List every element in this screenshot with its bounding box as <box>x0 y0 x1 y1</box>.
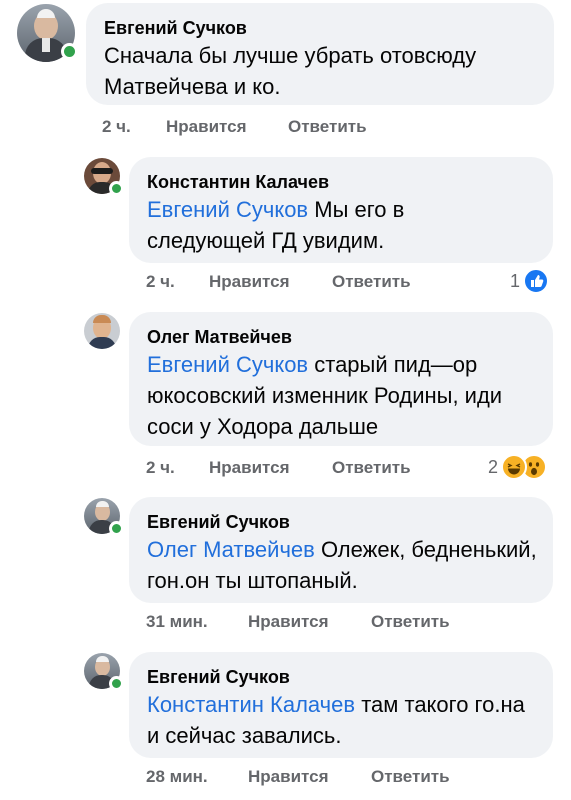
comment-author[interactable]: Евгений Сучков <box>147 510 535 534</box>
mention-link[interactable]: Евгений Сучков <box>147 352 308 377</box>
like-icon <box>523 268 550 294</box>
like-button[interactable]: Нравится <box>248 767 329 787</box>
online-status-indicator <box>109 181 124 196</box>
reaction-count: 2 <box>488 456 499 477</box>
like-button[interactable]: Нравится <box>166 117 247 137</box>
comment-reply: Олег Матвейчев Евгений Сучков старый пид… <box>0 305 571 480</box>
comment-author[interactable]: Константин Калачев <box>147 170 535 194</box>
avatar[interactable] <box>17 4 78 62</box>
haha-icon <box>501 454 528 480</box>
comment-time[interactable]: 2 ч. <box>146 272 175 292</box>
like-button[interactable]: Нравится <box>209 272 290 292</box>
reply-button[interactable]: Ответить <box>371 767 450 787</box>
comment-text: Олег Матвейчев Олежек, бедненький, гон.о… <box>147 537 537 593</box>
like-button[interactable]: Нравится <box>248 612 329 632</box>
comment-bubble: Евгений Сучков Сначала бы лучше убрать о… <box>86 3 554 105</box>
comment-time[interactable]: 28 мин. <box>146 767 208 787</box>
mention-link[interactable]: Олег Матвейчев <box>147 537 315 562</box>
comment-bubble: Олег Матвейчев Евгений Сучков старый пид… <box>129 312 553 446</box>
comment-time[interactable]: 2 ч. <box>146 458 175 478</box>
avatar[interactable] <box>84 313 120 349</box>
comment-time[interactable]: 31 мин. <box>146 612 208 632</box>
reply-button[interactable]: Ответить <box>288 117 367 137</box>
comment-text: Евгений Сучков Мы его в следующей ГД уви… <box>147 197 405 253</box>
avatar[interactable] <box>84 498 124 536</box>
reaction-summary[interactable]: 1 <box>510 268 550 294</box>
avatar[interactable] <box>84 653 124 691</box>
comment-author[interactable]: Олег Матвейчев <box>147 325 535 349</box>
comment-author[interactable]: Евгений Сучков <box>104 16 536 40</box>
comment-author[interactable]: Евгений Сучков <box>147 665 535 689</box>
comment-time[interactable]: 2 ч. <box>102 117 131 137</box>
comment-reply: Евгений Сучков Олег Матвейчев Олежек, бе… <box>0 490 571 640</box>
reply-button[interactable]: Ответить <box>332 272 411 292</box>
comment-bubble: Константин Калачев Евгений Сучков Мы его… <box>129 157 553 263</box>
comment-text: Константин Калачев там такого го.на и се… <box>147 692 525 748</box>
comment-text: Сначала бы лучше убрать отовсюду Матвейч… <box>104 43 477 99</box>
comment-reply: Евгений Сучков Константин Калачев там та… <box>0 645 571 800</box>
mention-link[interactable]: Константин Калачев <box>147 692 355 717</box>
comment: Евгений Сучков Сначала бы лучше убрать о… <box>0 0 571 145</box>
comment-reply: Константин Калачев Евгений Сучков Мы его… <box>0 150 571 300</box>
reply-button[interactable]: Ответить <box>371 612 450 632</box>
comment-text: Евгений Сучков старый пид—ор юкосовский … <box>147 352 503 439</box>
online-status-indicator <box>109 676 124 691</box>
avatar[interactable] <box>84 158 124 196</box>
reaction-summary[interactable]: 2 <box>488 454 548 480</box>
reply-button[interactable]: Ответить <box>332 458 411 478</box>
online-status-indicator <box>61 43 78 60</box>
reaction-count: 1 <box>510 270 521 291</box>
like-button[interactable]: Нравится <box>209 458 290 478</box>
mention-link[interactable]: Евгений Сучков <box>147 197 308 222</box>
comment-bubble: Евгений Сучков Олег Матвейчев Олежек, бе… <box>129 497 553 603</box>
online-status-indicator <box>109 521 124 536</box>
comment-bubble: Евгений Сучков Константин Калачев там та… <box>129 652 553 758</box>
